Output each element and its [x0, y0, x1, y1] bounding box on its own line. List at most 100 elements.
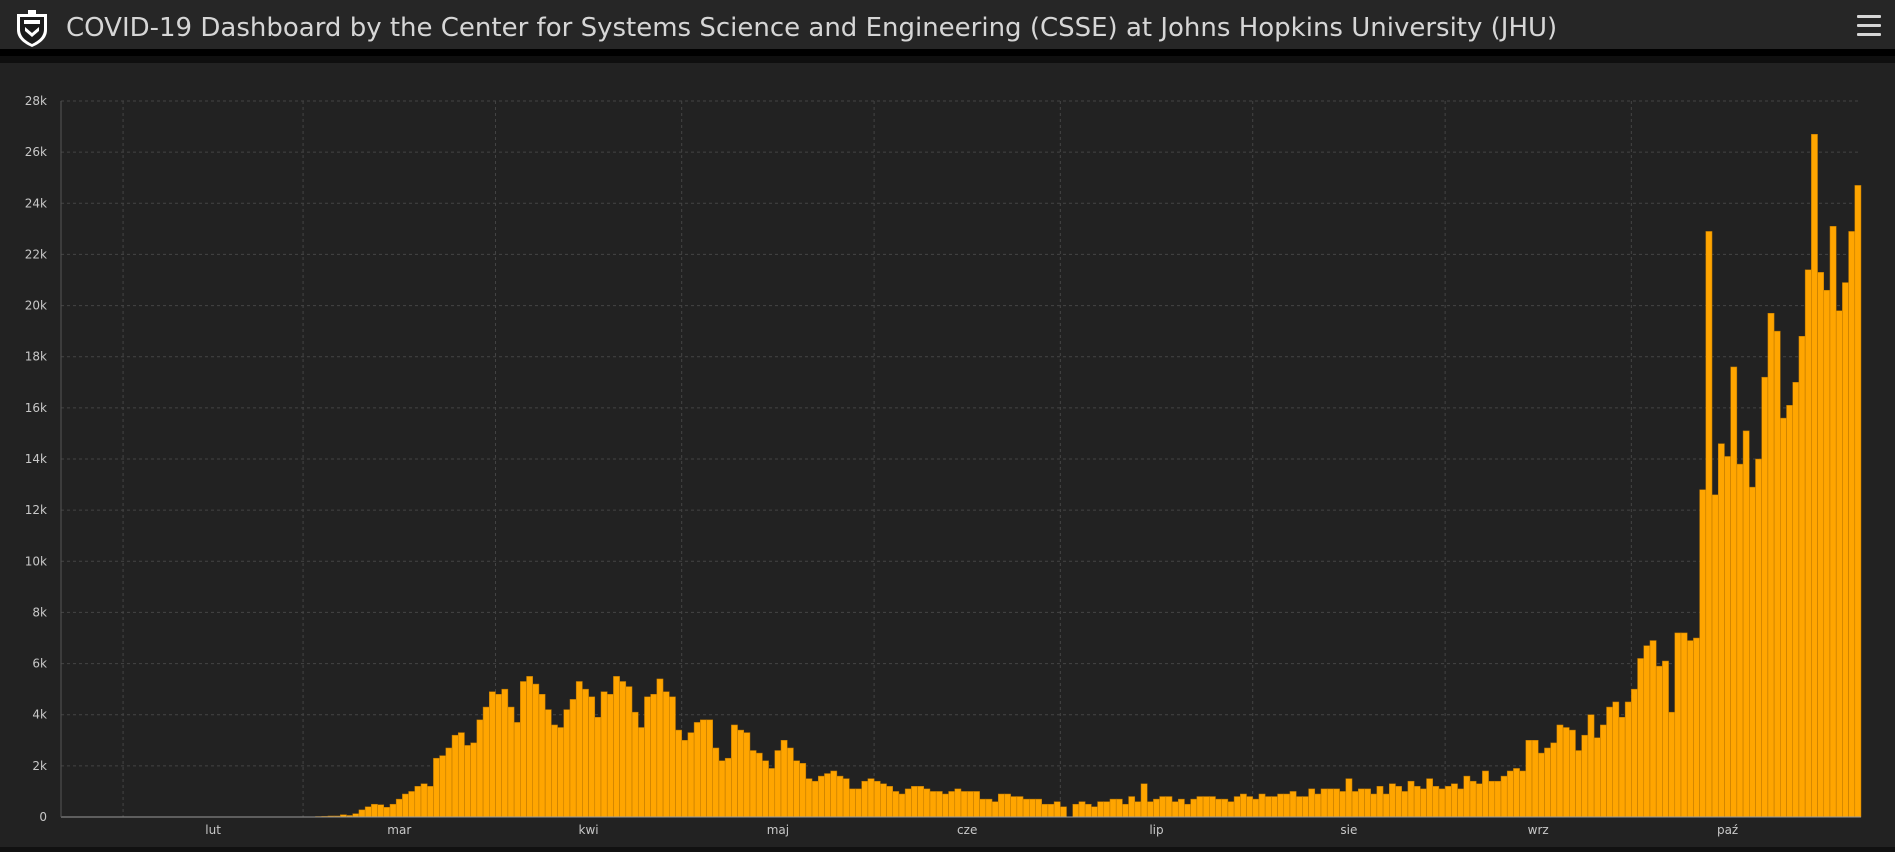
- bar: [1140, 783, 1148, 818]
- y-tick-label: 12k: [25, 503, 47, 517]
- bar: [613, 676, 620, 818]
- bar: [1215, 798, 1222, 818]
- bar: [1258, 793, 1266, 818]
- bar: [1314, 793, 1322, 818]
- x-tick-label: kwi: [579, 823, 599, 837]
- bar: [1264, 796, 1272, 818]
- bar: [811, 780, 819, 818]
- bar: [1122, 803, 1129, 818]
- bar: [1364, 788, 1371, 818]
- bar: [1811, 133, 1818, 818]
- page-title: COVID-19 Dashboard by the Center for Sys…: [66, 13, 1558, 43]
- bar: [575, 681, 583, 818]
- bar: [625, 686, 633, 818]
- bar: [1177, 798, 1185, 818]
- bar: [513, 722, 521, 818]
- bar: [606, 694, 614, 818]
- bar: [1047, 803, 1055, 818]
- bar: [904, 788, 912, 818]
- bar: [718, 760, 726, 818]
- bar: [1569, 729, 1576, 818]
- bar: [1221, 798, 1229, 818]
- bar: [600, 691, 608, 818]
- bar: [1308, 788, 1316, 818]
- chart-panel: 0 2k 4k 6k 8k 10k 12k 14k 16k 18k 20k 22k 24k 26k 28k l…: [0, 63, 1895, 847]
- bar: [464, 745, 471, 818]
- bar: [1562, 727, 1570, 818]
- bar: [544, 709, 552, 818]
- bar: [873, 780, 881, 818]
- daily-cases-bar-chart: 0 2k 4k 6k 8k 10k 12k 14k 16k 18k 20k 22k 24k 26k 28k l…: [25, 94, 1862, 837]
- bar: [1575, 750, 1582, 818]
- bar: [457, 732, 465, 818]
- x-tick-label: mar: [387, 823, 411, 837]
- bar: [637, 727, 645, 818]
- bar: [1432, 786, 1440, 818]
- bar: [1146, 801, 1154, 818]
- bar: [1699, 489, 1707, 818]
- bar: [1246, 796, 1253, 818]
- bar: [1010, 796, 1018, 818]
- bar: [1724, 456, 1731, 818]
- bar: [1488, 780, 1496, 818]
- bar: [1426, 778, 1433, 818]
- bar: [1333, 788, 1340, 818]
- bar: [563, 709, 571, 818]
- bar: [1060, 806, 1067, 818]
- bar: [631, 711, 639, 818]
- bar: [1506, 770, 1514, 818]
- bar: [724, 757, 732, 818]
- bar: [762, 760, 769, 818]
- bar: [737, 729, 745, 818]
- bar: [358, 809, 366, 818]
- x-tick-label: lut: [205, 823, 221, 837]
- x-tick-label: wrz: [1528, 823, 1549, 837]
- bar: [693, 722, 701, 818]
- bar: [1519, 770, 1527, 818]
- bar: [1233, 796, 1241, 818]
- bar: [1078, 801, 1086, 818]
- bar: [1804, 269, 1812, 818]
- footer-strip: [0, 847, 1895, 852]
- bar: [451, 734, 459, 818]
- bar: [1357, 788, 1365, 818]
- bar: [768, 768, 776, 818]
- bar: [551, 724, 558, 818]
- bar: [395, 798, 403, 818]
- hamburger-menu-icon[interactable]: [1857, 15, 1881, 39]
- bar: [1649, 640, 1657, 818]
- bar: [1457, 788, 1465, 818]
- bar: [892, 791, 900, 818]
- bar: [1053, 801, 1061, 818]
- bar: [1736, 463, 1744, 818]
- bar: [1115, 798, 1123, 818]
- bar: [383, 807, 391, 818]
- bar: [805, 778, 813, 818]
- bar: [1767, 312, 1775, 818]
- chart-grid: [61, 100, 1861, 817]
- bar: [1475, 783, 1483, 818]
- bar: [1544, 747, 1551, 818]
- bar: [582, 688, 589, 818]
- bar: [1240, 793, 1247, 818]
- bar: [495, 694, 502, 818]
- bar: [669, 696, 676, 818]
- bar: [1705, 231, 1713, 818]
- bar: [1190, 798, 1198, 818]
- bar: [1084, 803, 1092, 818]
- bar: [911, 786, 918, 818]
- bar: [774, 750, 782, 818]
- bar: [1097, 801, 1105, 818]
- bar: [377, 804, 385, 818]
- bar: [1823, 289, 1831, 818]
- bar: [1227, 801, 1235, 818]
- bar: [929, 791, 937, 818]
- bar: [1637, 658, 1645, 818]
- bar: [371, 803, 378, 818]
- y-tick-label: 16k: [25, 401, 47, 415]
- bar: [1128, 796, 1136, 818]
- bar: [526, 676, 533, 818]
- bar: [1035, 798, 1042, 818]
- bar: [489, 691, 496, 818]
- bar: [1103, 801, 1111, 818]
